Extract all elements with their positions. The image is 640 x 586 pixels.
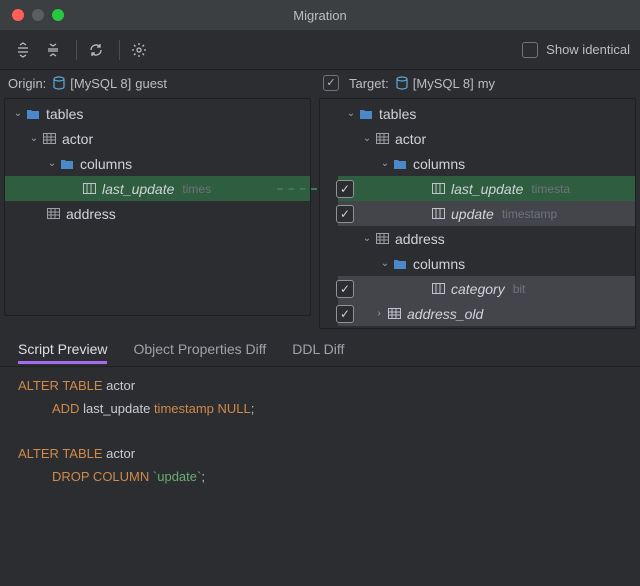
- database-icon: [52, 76, 66, 90]
- tab-object-properties-diff[interactable]: Object Properties Diff: [133, 341, 266, 363]
- diff-checkbox[interactable]: [336, 280, 354, 298]
- code-line: ALTER TABLE actor: [18, 375, 622, 398]
- tab-script-preview[interactable]: Script Preview: [18, 341, 107, 363]
- tree-node-address[interactable]: address: [5, 201, 310, 226]
- folder-icon: [392, 158, 408, 170]
- result-tabs: Script Preview Object Properties Diff DD…: [0, 337, 640, 367]
- chevron-down-icon[interactable]: ⌄: [11, 108, 25, 119]
- folder-icon: [25, 108, 41, 120]
- titlebar: Migration: [0, 0, 640, 30]
- tree-node-actor[interactable]: ⌄ actor: [338, 126, 635, 151]
- tree-node-address[interactable]: ⌄ address: [338, 226, 635, 251]
- table-icon: [45, 208, 61, 219]
- chevron-right-icon[interactable]: ›: [372, 308, 386, 319]
- origin-label: Origin:: [8, 76, 46, 91]
- column-icon: [81, 183, 97, 194]
- target-pane: Target: [MySQL 8] my ⌄ tables ⌄ actor ⌄ …: [315, 70, 640, 329]
- tree-node-tables[interactable]: ⌄ tables: [338, 101, 635, 126]
- chevron-down-icon[interactable]: ⌄: [378, 258, 392, 269]
- target-checkbox[interactable]: [323, 75, 339, 91]
- target-db: [MySQL 8]: [413, 76, 474, 91]
- chevron-down-icon[interactable]: ⌄: [360, 133, 374, 144]
- tree-node-update[interactable]: update timestamp: [338, 201, 635, 226]
- tree-node-last-update[interactable]: last_update timesta: [338, 176, 635, 201]
- settings-button[interactable]: [126, 37, 152, 63]
- show-identical-label: Show identical: [546, 42, 630, 57]
- folder-icon: [358, 108, 374, 120]
- chevron-down-icon[interactable]: ⌄: [27, 133, 41, 144]
- database-icon: [395, 76, 409, 90]
- chevron-down-icon[interactable]: ⌄: [360, 233, 374, 244]
- code-line: [18, 421, 622, 444]
- chevron-down-icon[interactable]: ⌄: [45, 158, 59, 169]
- target-name: my: [478, 76, 495, 91]
- diff-panes: Origin: [MySQL 8] guest ⌄ tables ⌄ actor…: [0, 70, 640, 329]
- table-icon: [386, 308, 402, 319]
- toolbar-divider: [76, 40, 77, 60]
- tree-node-address-old[interactable]: › address_old: [338, 301, 635, 326]
- table-icon: [374, 233, 390, 244]
- origin-name: guest: [135, 76, 167, 91]
- toolbar: Show identical: [0, 30, 640, 70]
- column-icon: [430, 283, 446, 294]
- target-label: Target:: [349, 76, 389, 91]
- origin-header: Origin: [MySQL 8] guest: [0, 70, 315, 96]
- tree-node-last-update[interactable]: last_update times: [5, 176, 310, 201]
- tree-node-columns[interactable]: ⌄ columns: [5, 151, 310, 176]
- code-line: ALTER TABLE actor: [18, 443, 622, 466]
- script-preview-editor[interactable]: ALTER TABLE actor ADD last_update timest…: [0, 367, 640, 497]
- origin-db: [MySQL 8]: [70, 76, 131, 91]
- tab-ddl-diff[interactable]: DDL Diff: [292, 341, 344, 363]
- toolbar-divider: [119, 40, 120, 60]
- refresh-button[interactable]: [83, 37, 109, 63]
- tree-node-columns[interactable]: ⌄ columns: [338, 151, 635, 176]
- target-header: Target: [MySQL 8] my: [315, 70, 640, 96]
- chevron-down-icon[interactable]: ⌄: [344, 108, 358, 119]
- tree-node-actor[interactable]: ⌄ actor: [5, 126, 310, 151]
- table-icon: [41, 133, 57, 144]
- folder-icon: [392, 258, 408, 270]
- origin-tree[interactable]: ⌄ tables ⌄ actor ⌄ columns last_update t…: [4, 98, 311, 316]
- code-line: ADD last_update timestamp NULL;: [18, 398, 622, 421]
- show-identical-toggle[interactable]: Show identical: [522, 42, 630, 58]
- column-icon: [430, 208, 446, 219]
- diff-checkbox[interactable]: [336, 180, 354, 198]
- target-tree[interactable]: ⌄ tables ⌄ actor ⌄ columns last_update t…: [319, 98, 636, 329]
- diff-checkbox[interactable]: [336, 205, 354, 223]
- column-icon: [430, 183, 446, 194]
- tree-node-columns[interactable]: ⌄ columns: [338, 251, 635, 276]
- expand-all-button[interactable]: [10, 37, 36, 63]
- code-line: DROP COLUMN `update`;: [18, 466, 622, 489]
- chevron-down-icon[interactable]: ⌄: [378, 158, 392, 169]
- window-title: Migration: [0, 8, 640, 23]
- tree-node-category[interactable]: category bit: [338, 276, 635, 301]
- table-icon: [374, 133, 390, 144]
- diff-connector: [277, 188, 317, 190]
- diff-checkbox[interactable]: [336, 305, 354, 323]
- tree-node-tables[interactable]: ⌄ tables: [5, 101, 310, 126]
- collapse-all-button[interactable]: [40, 37, 66, 63]
- folder-icon: [59, 158, 75, 170]
- show-identical-checkbox[interactable]: [522, 42, 538, 58]
- origin-pane: Origin: [MySQL 8] guest ⌄ tables ⌄ actor…: [0, 70, 315, 329]
